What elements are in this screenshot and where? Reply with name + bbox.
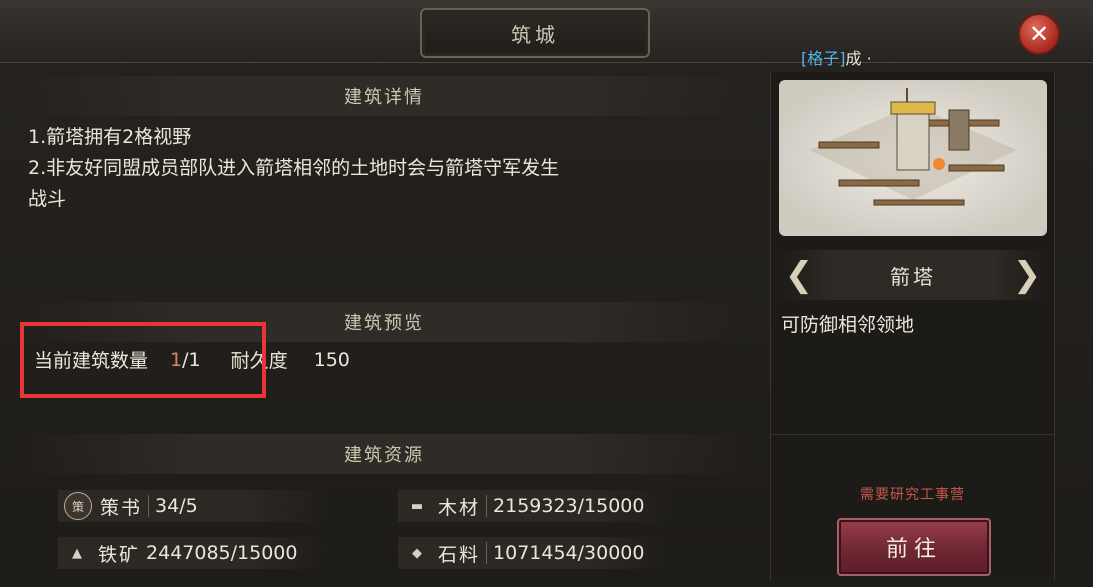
next-building-button[interactable]: ❯: [1007, 250, 1047, 300]
divider: [486, 495, 488, 517]
tag-label: [格子]成 ·: [801, 45, 872, 69]
resource-value: 1071454/30000: [493, 542, 645, 564]
resource-value: 34/5: [155, 495, 198, 517]
detail-line-2: 2.非友好同盟成员部队进入箭塔相邻的土地时会与箭塔守军发生: [28, 157, 560, 179]
title-bar: 筑城 ✕ [格子]成 ·: [0, 0, 1093, 68]
close-button[interactable]: ✕: [1018, 13, 1060, 55]
right-panel: ❮ 箭塔 ❯ 可防御相邻领地 需要研究工事营 前往: [770, 72, 1055, 580]
requirement-text: 需要研究工事营: [860, 487, 965, 503]
highlight-annotation-box: [20, 322, 266, 398]
details-text: 1.箭塔拥有2格视野 2.非友好同盟成员部队进入箭塔相邻的土地时会与箭塔守军发生…: [28, 122, 748, 215]
wood-icon: ▬: [410, 498, 424, 514]
resource-iron: ▲ 铁矿 2447085/15000: [58, 537, 328, 569]
divider: [771, 434, 1054, 435]
building-image: [779, 80, 1047, 236]
window-title: 筑城: [420, 8, 650, 58]
resource-name: 石料: [438, 543, 481, 566]
resource-value: 2159323/15000: [493, 495, 645, 517]
detail-line-3: 战斗: [28, 188, 67, 210]
details-header: 建筑详情: [14, 76, 754, 116]
divider: [148, 495, 150, 517]
building-description: 可防御相邻领地: [781, 314, 915, 336]
resource-value: 2447085/15000: [146, 542, 298, 564]
resource-stone: ◆ 石料 1071454/30000: [398, 537, 668, 569]
go-button[interactable]: 前往: [837, 518, 991, 576]
building-selector: ❮ 箭塔 ❯: [779, 250, 1047, 300]
chevron-left-icon: ❮: [784, 255, 814, 295]
tag-highlight[interactable]: [格子]: [801, 49, 846, 68]
resource-wood: ▬ 木材 2159323/15000: [398, 490, 668, 522]
book-icon: 策: [64, 492, 92, 520]
durability-value: 150: [313, 348, 350, 371]
stone-icon: ◆: [412, 545, 422, 561]
arrow-tower-illustration: [809, 88, 1017, 206]
resource-name: 木材: [438, 496, 481, 519]
divider: [486, 542, 488, 564]
close-icon: ✕: [1028, 20, 1050, 48]
resource-book: 策 策书 34/5: [58, 490, 328, 522]
resources-header: 建筑资源: [14, 434, 754, 474]
resource-name: 策书: [100, 496, 143, 519]
detail-line-1: 1.箭塔拥有2格视野: [28, 126, 192, 148]
game-window: 筑城 ✕ [格子]成 · 建筑详情 1.箭塔拥有2格视野 2.非友好同盟成员部队…: [0, 0, 1093, 587]
iron-icon: ▲: [72, 545, 82, 561]
building-name: 箭塔: [890, 264, 936, 289]
resource-name: 铁矿: [98, 543, 141, 566]
tag-text: 成 ·: [845, 49, 872, 68]
chevron-right-icon: ❯: [1012, 255, 1042, 295]
prev-building-button[interactable]: ❮: [779, 250, 819, 300]
